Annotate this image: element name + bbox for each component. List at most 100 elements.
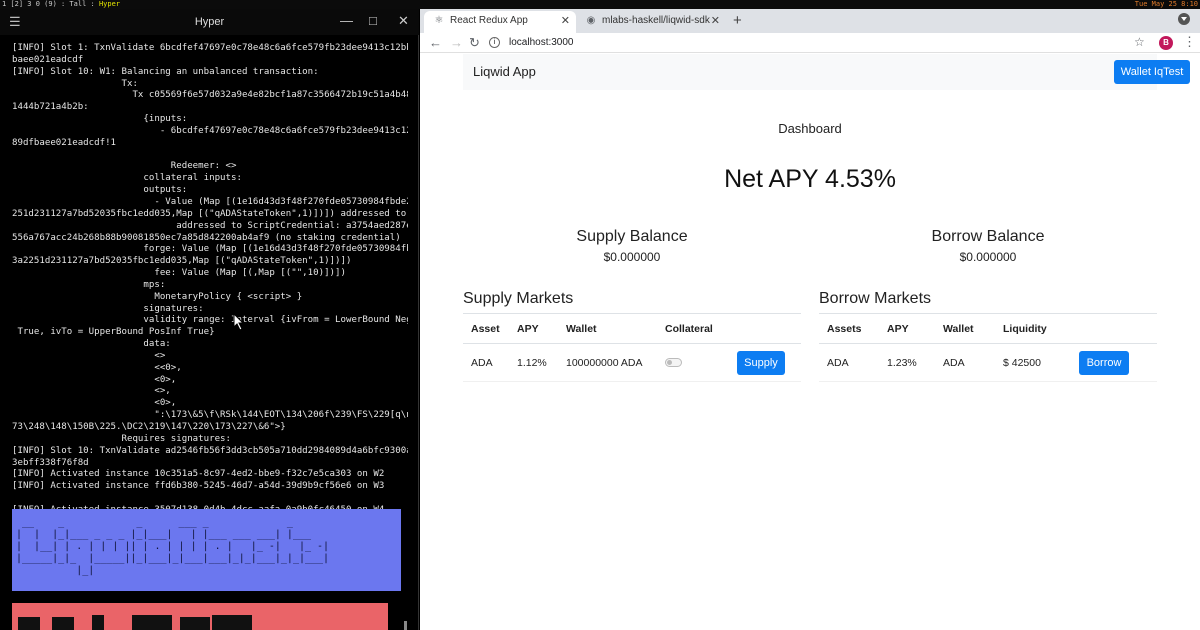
supply-balance-value: $0.000000 <box>603 250 661 264</box>
terminal-line: <0>, <box>12 374 177 385</box>
terminal-line: <0>, <box>12 398 177 409</box>
table-row: ADA 1.12% 100000000 ADA Supply <box>463 343 801 382</box>
supply-markets-table: Asset APY Wallet Collateral ADA 1.12% 10… <box>463 313 801 382</box>
ascii-block <box>212 615 252 630</box>
action-cell: Borrow <box>1071 343 1157 382</box>
ascii-block <box>18 617 40 630</box>
apy-cell: 1.23% <box>879 343 935 382</box>
browser-window[interactable]: ⚛ React Redux App ✕ ◉ mlabs-haskell/liqw… <box>420 9 1200 630</box>
terminal-line: 73\248\148\150B\225.\DC2\219\147\220\173… <box>12 422 286 432</box>
terminal-line: collateral inputs: <box>12 173 242 184</box>
tab-search-icon[interactable] <box>1178 13 1190 25</box>
workspace-text: 1 [2] 3 0 (9) : Tall : <box>2 0 99 8</box>
ascii-block <box>180 617 210 630</box>
site-info-icon[interactable]: i <box>489 37 500 48</box>
net-apy: Net APY 4.53% <box>724 165 896 193</box>
table-header-row: Asset APY Wallet Collateral <box>463 313 801 344</box>
liquidity-cell: $ 42500 <box>995 343 1071 382</box>
maximize-icon[interactable]: □ <box>369 13 377 28</box>
address-bar[interactable]: i localhost:3000 <box>485 34 1145 52</box>
active-window-name: Hyper <box>98 0 121 8</box>
terminal-line: ":\173\&5\f\RSk\144\EOT\134\206f\239\FS\… <box>12 410 408 421</box>
terminal-line: baee021eadcdf <box>12 54 84 65</box>
forward-icon[interactable]: → <box>450 35 463 50</box>
ascii-block <box>132 615 172 630</box>
close-tab-icon[interactable]: ✕ <box>711 14 720 27</box>
reload-icon[interactable]: ↻ <box>469 35 480 51</box>
wallet-button[interactable]: Wallet IqTest <box>1114 60 1190 84</box>
column-header: Wallet <box>558 313 657 344</box>
wallet-cell: 100000000 ADA <box>558 343 657 382</box>
back-icon[interactable]: ← <box>429 35 442 50</box>
collateral-cell <box>657 343 729 382</box>
terminal-line: data: <box>12 339 171 350</box>
terminal-scrollbar[interactable] <box>404 621 407 630</box>
clock: Tue May 25 8:10 <box>1134 0 1198 8</box>
close-tab-icon[interactable]: ✕ <box>561 14 570 27</box>
ascii-art-banner <box>12 603 388 630</box>
tab-label: mlabs-haskell/liqwid-sdk <box>602 15 710 26</box>
collateral-toggle[interactable] <box>665 358 682 368</box>
column-header: APY <box>879 313 935 344</box>
terminal-line: <>, <box>12 386 171 397</box>
mouse-cursor-icon <box>233 313 245 331</box>
borrow-balance-label: Borrow Balance <box>931 228 1045 245</box>
web-page: Liqwid App Wallet IqTest Dashboard Net A… <box>420 54 1200 630</box>
terminal-line: [INFO] Activated instance ffd6b380-5245-… <box>12 481 385 492</box>
tab-liqwid-sdk[interactable]: ◉ mlabs-haskell/liqwid-sdk ✕ <box>576 11 726 33</box>
terminal-line: <> <box>12 350 166 361</box>
terminal-line: [INFO] Slot 10: W1: Balancing an unbalan… <box>12 66 319 77</box>
terminal-line: Tx c05569f6e57d032a9e4e82bcf1a87c3566472… <box>12 90 408 101</box>
bookmark-star-icon[interactable]: ☆ <box>1134 35 1145 49</box>
apy-cell: 1.12% <box>509 343 558 382</box>
column-header: Asset <box>463 313 509 344</box>
terminal-line: 89dfbaee021eadcdf!1 <box>12 137 117 148</box>
supply-button[interactable]: Supply <box>737 350 785 375</box>
browser-toolbar: ← → ↻ i localhost:3000 ☆ B ⋮ <box>420 33 1200 53</box>
terminal-line: [INFO] Slot 1: TxnValidate 6bcdfef47697e… <box>12 43 408 53</box>
terminal-title: Hyper <box>194 16 225 28</box>
terminal-line: addressed to ScriptCredential: a3754aed2… <box>12 220 408 231</box>
terminal-line: {inputs: <box>12 114 188 125</box>
minimize-icon[interactable]: — <box>340 13 353 28</box>
terminal-line: [INFO] Activated instance 10c351a5-8c97-… <box>12 469 385 480</box>
terminal-line: Requires signatures: <box>12 433 231 444</box>
avatar[interactable]: B <box>1159 36 1173 50</box>
borrow-markets-table: Assets APY Wallet Liquidity ADA 1.23% AD… <box>819 313 1157 382</box>
terminal-line: validity range: Interval {ivFrom = Lower… <box>12 315 408 326</box>
terminal-line: - Value (Map [(1e16d43d3f48f270fde057309… <box>12 196 408 207</box>
terminal-line: outputs: <box>12 185 188 196</box>
terminal-output[interactable]: [INFO] Slot 1: TxnValidate 6bcdfef47697e… <box>12 43 408 513</box>
more-menu-icon[interactable]: ⋮ <box>1183 34 1196 50</box>
column-header-action <box>729 313 801 344</box>
asset-cell: ADA <box>463 343 509 382</box>
terminal-line: MonetaryPolicy { <script> } <box>12 291 303 302</box>
app-brand[interactable]: Liqwid App <box>473 64 536 79</box>
plus-icon[interactable]: + <box>733 12 742 29</box>
url-text[interactable]: localhost:3000 <box>509 37 574 48</box>
borrow-balance-value: $0.000000 <box>959 250 1017 264</box>
terminal-line: [INFO] Slot 10: TxnValidate ad2546fb56f3… <box>12 445 408 456</box>
table-row: ADA 1.23% ADA $ 42500 Borrow <box>819 343 1157 382</box>
system-status-bar: 1 [2] 3 0 (9) : Tall : Hyper Tue May 25 … <box>0 0 1200 9</box>
terminal-titlebar[interactable]: ☰ Hyper — □ ✕ <box>0 9 419 35</box>
column-header: Collateral <box>657 313 729 344</box>
terminal-line: 3ebff338f76f8d <box>12 457 89 468</box>
close-icon[interactable]: ✕ <box>398 13 409 29</box>
app-navbar: Liqwid App Wallet IqTest <box>463 54 1190 90</box>
borrow-button[interactable]: Borrow <box>1079 350 1129 375</box>
terminal-line: Redeemer: <> <box>12 161 237 172</box>
tab-strip: ⚛ React Redux App ✕ ◉ mlabs-haskell/liqw… <box>420 9 1200 33</box>
terminal-line: <<0>, <box>12 362 182 373</box>
column-header: Wallet <box>935 313 995 344</box>
terminal-window[interactable]: ☰ Hyper — □ ✕ [INFO] Slot 1: TxnValidate… <box>0 9 419 630</box>
terminal-line: fee: Value (Map [(,Map [("",10)])]) <box>12 268 346 279</box>
terminal-line: 1444b721a4b2b: <box>12 102 89 113</box>
wallet-cell: ADA <box>935 343 995 382</box>
borrow-markets-title: Borrow Markets <box>819 290 932 307</box>
terminal-line: True, ivTo = UpperBound PosInf True} <box>12 327 215 338</box>
terminal-line: mps: <box>12 279 166 290</box>
ascii-block <box>92 615 104 630</box>
tab-react-redux-app[interactable]: ⚛ React Redux App ✕ <box>424 11 576 33</box>
workspace-indicator: 1 [2] 3 0 (9) : Tall : Hyper <box>2 0 120 9</box>
